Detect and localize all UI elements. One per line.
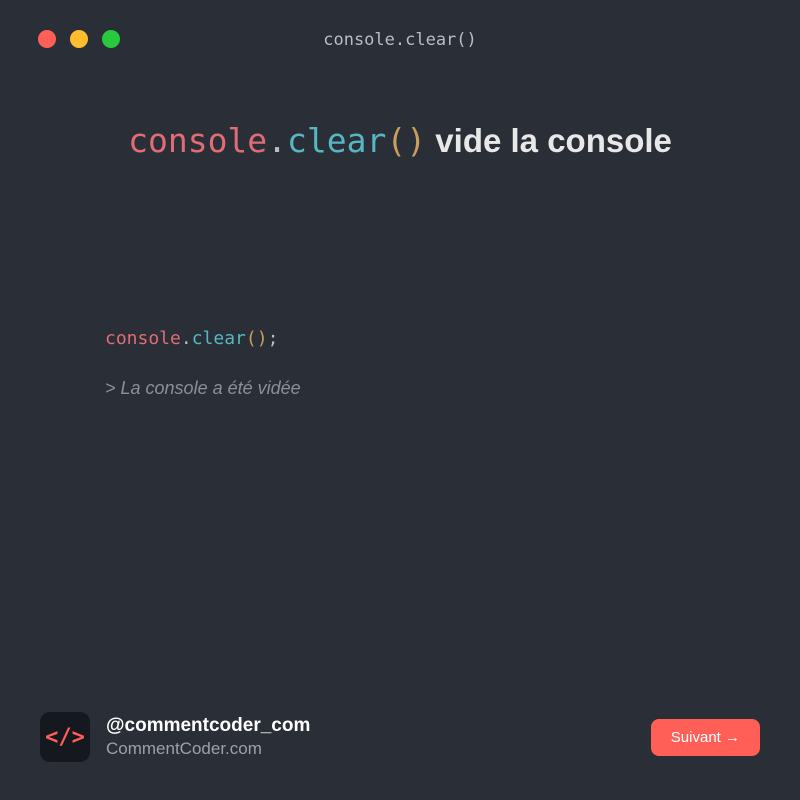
code-paren-open: ( [246,328,257,349]
console-output: > La console a été vidée [105,378,301,399]
headline-paren-open: ( [386,121,406,160]
social-handle: @commentcoder_com [106,715,310,737]
footer: </> @commentcoder_com CommentCoder.com S… [40,712,760,762]
code-semicolon: ; [268,328,279,349]
headline-code-method: clear [287,121,386,160]
headline-code-dot: . [267,121,287,160]
footer-branding: </> @commentcoder_com CommentCoder.com [40,712,310,762]
code-object: console [105,328,181,349]
headline-text: vide la console [426,122,672,159]
next-button[interactable]: Suivant → [651,719,760,756]
site-name: CommentCoder.com [106,739,310,759]
code-paren-close: ) [257,328,268,349]
headline-paren-close: ) [406,121,426,160]
code-example: console.clear(); [105,328,278,349]
headline-code-object: console [128,121,267,160]
code-dot: . [181,328,192,349]
headline: console.clear() vide la console [0,120,800,163]
logo-icon: </> [40,712,90,762]
window-title: console.clear() [0,30,800,50]
footer-text: @commentcoder_com CommentCoder.com [106,715,310,759]
code-method: clear [192,328,246,349]
